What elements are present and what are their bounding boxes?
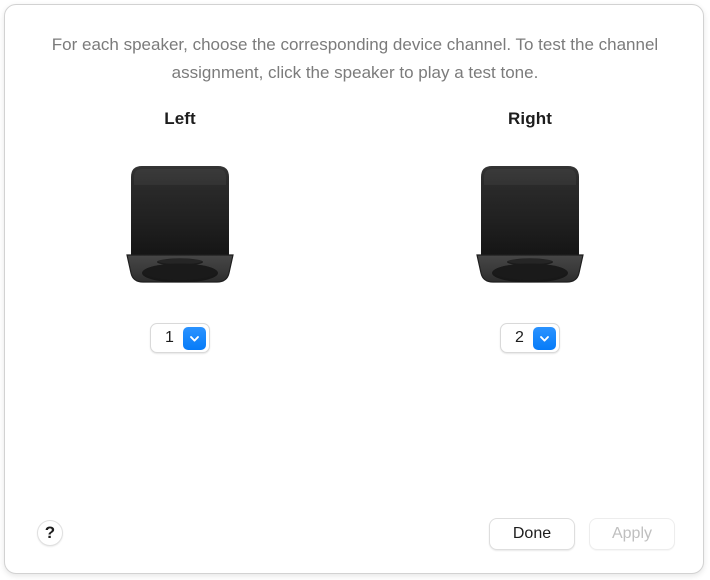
speaker-label-left: Left (164, 109, 196, 128)
speaker-column-right: Right 2 (355, 109, 703, 353)
channel-select-wrap-right: 2 (500, 323, 560, 353)
left-speaker-test-button[interactable] (125, 163, 235, 285)
speaker-icon (476, 166, 584, 283)
apply-button: Apply (589, 518, 675, 550)
speaker-column-left: Left 1 (5, 109, 355, 353)
chevron-down-icon[interactable] (533, 326, 556, 350)
channel-select-right-value: 2 (515, 329, 524, 346)
channel-select-right[interactable]: 2 (500, 323, 560, 353)
channel-select-left[interactable]: 1 (150, 323, 210, 353)
speaker-setup-dialog: For each speaker, choose the correspondi… (4, 4, 704, 574)
chevron-down-icon[interactable] (183, 326, 206, 350)
action-button-group: Done Apply (489, 518, 675, 550)
channel-select-left-value: 1 (165, 329, 174, 346)
channel-select-wrap-left: 1 (150, 323, 210, 353)
done-button[interactable]: Done (489, 518, 575, 550)
right-speaker-test-button[interactable] (475, 163, 585, 285)
speaker-icon (126, 166, 234, 283)
help-button[interactable]: ? (37, 520, 63, 546)
speaker-label-right: Right (508, 109, 552, 128)
instructions-text: For each speaker, choose the correspondi… (51, 35, 659, 82)
speaker-list: Left 1 Right 2 (5, 109, 703, 353)
